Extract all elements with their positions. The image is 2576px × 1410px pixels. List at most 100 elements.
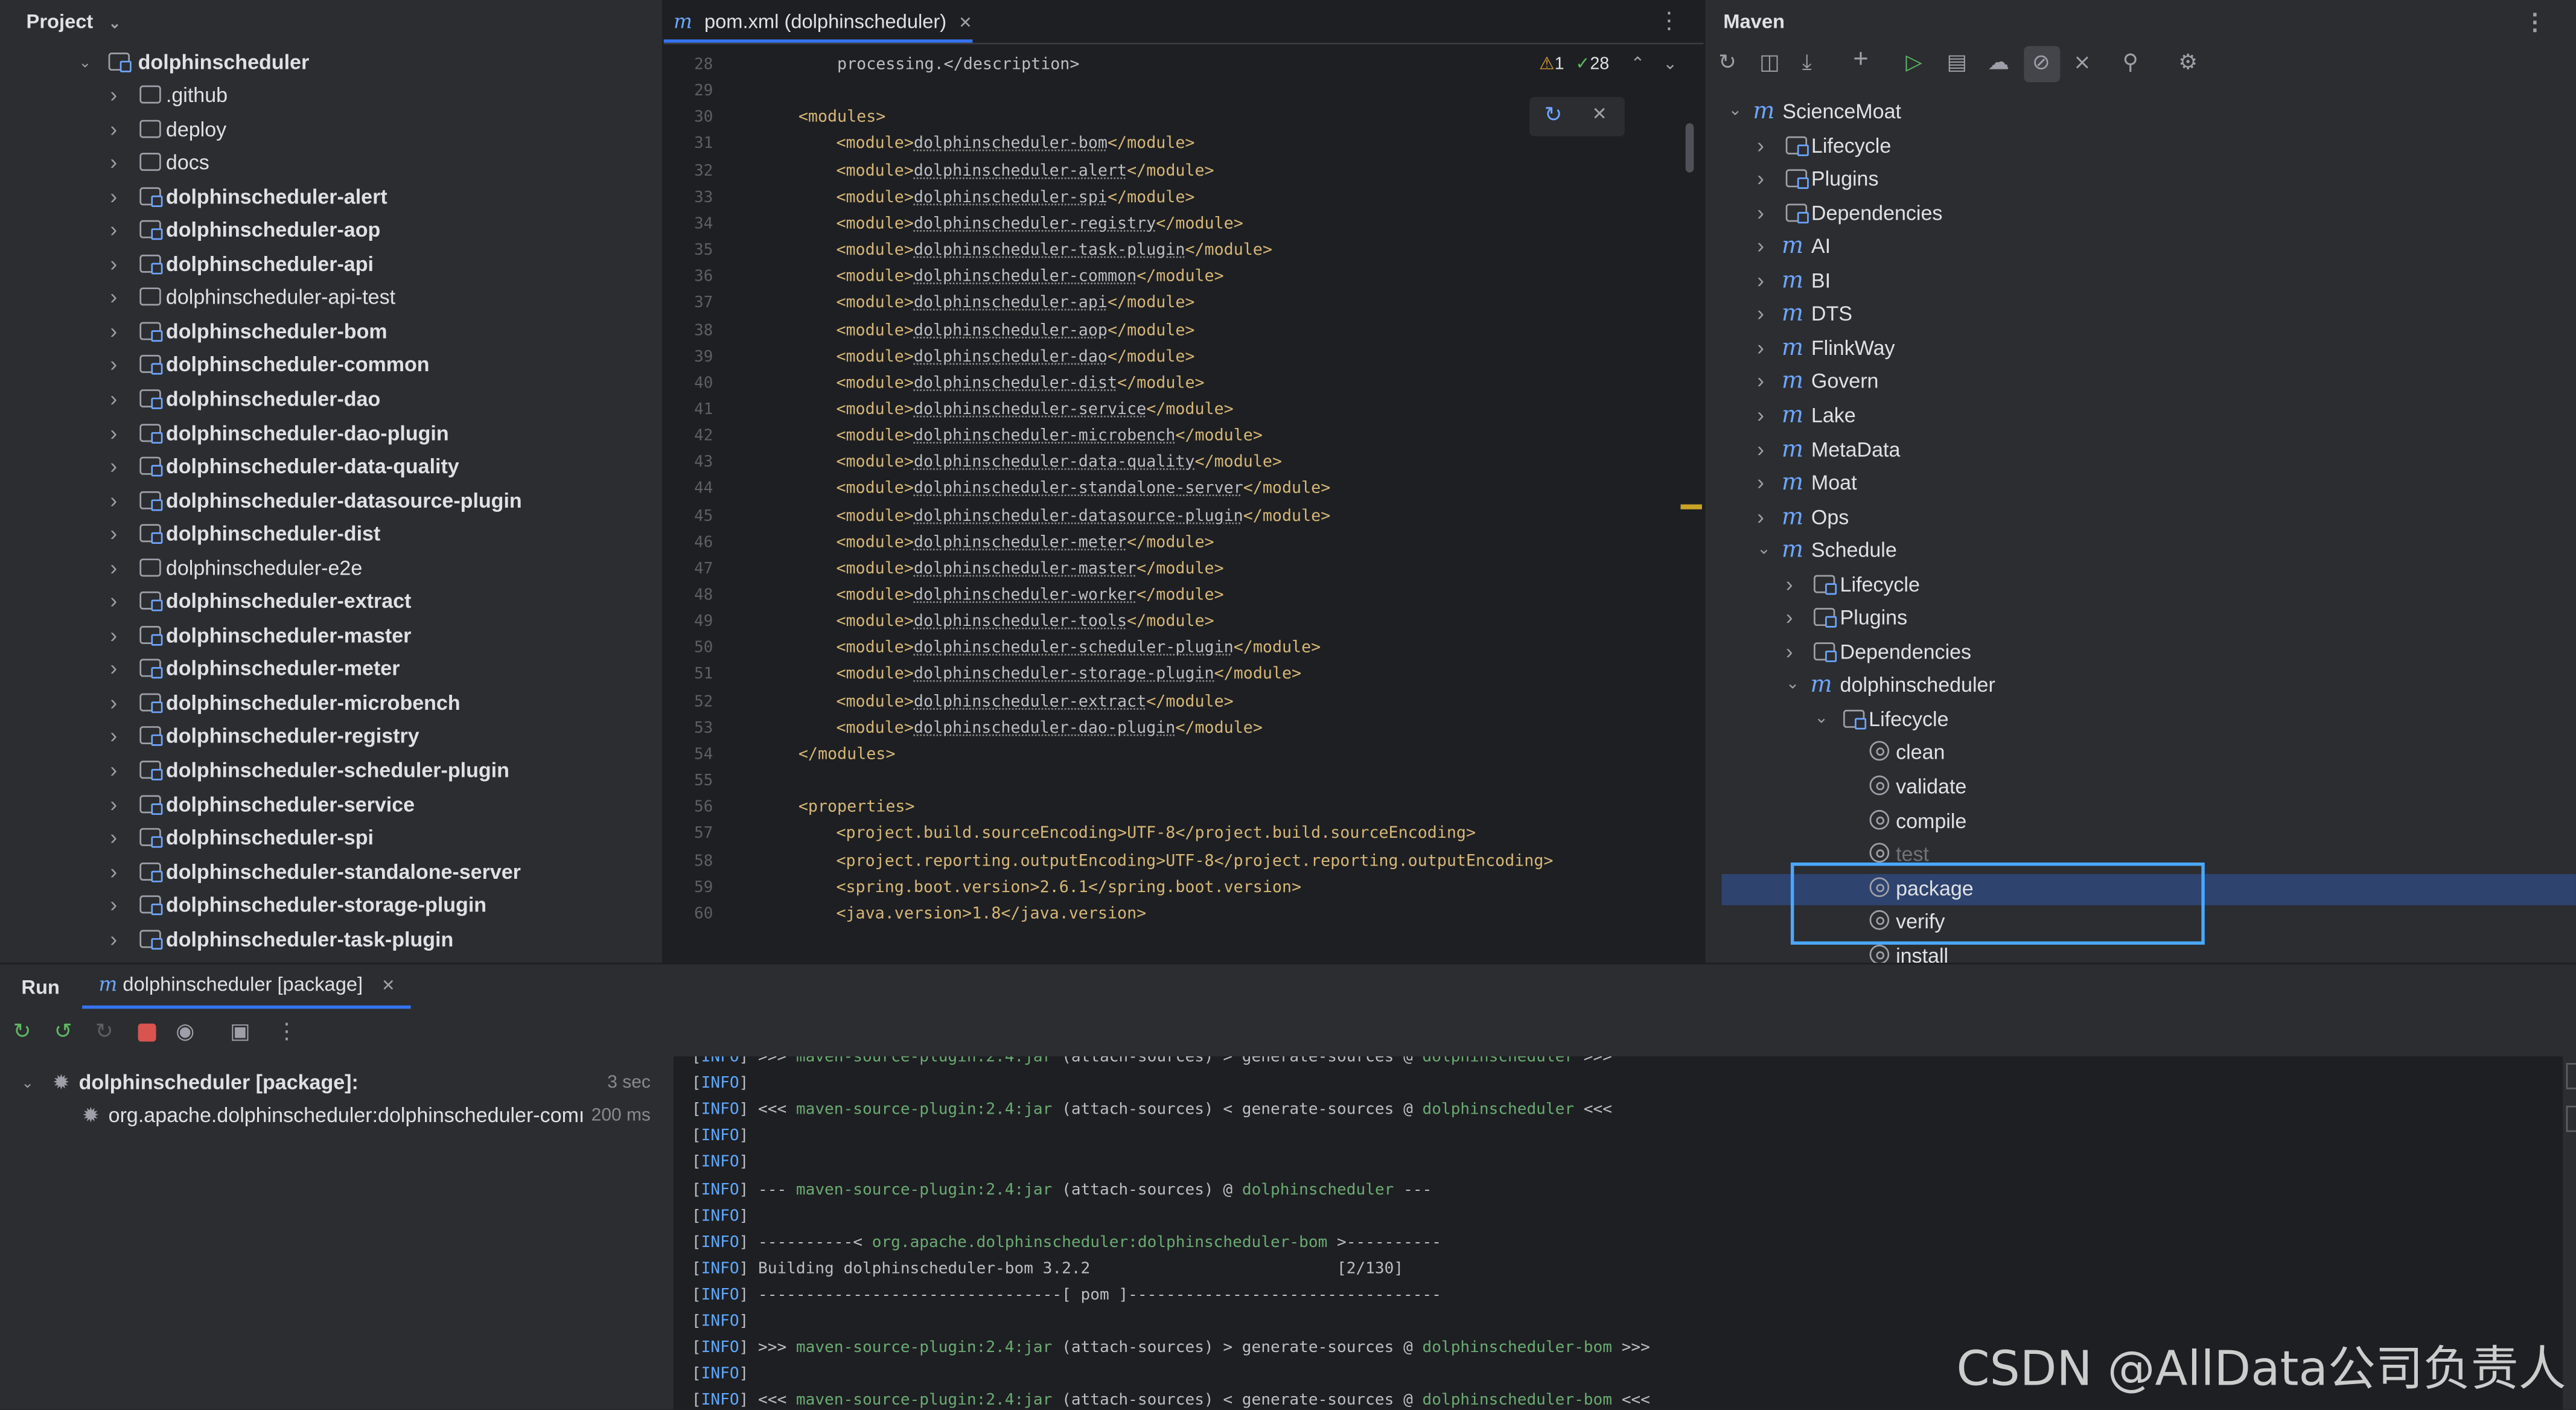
code-line[interactable]: <module>dolphinscheduler-common</module>	[836, 268, 1223, 286]
chevron-right-icon[interactable]: ›	[1757, 467, 1764, 499]
reimport-folder-icon[interactable]: ◫	[1759, 49, 1779, 76]
tab-pom-xml[interactable]: m pom.xml (dolphinscheduler) ✕	[663, 0, 973, 43]
code-line[interactable]: <module>dolphinscheduler-bom</module>	[836, 135, 1194, 153]
chevron-right-icon[interactable]: ›	[110, 552, 126, 584]
chevron-right-icon[interactable]: ›	[1757, 399, 1764, 432]
code-line[interactable]: <module>dolphinscheduler-extract</module…	[836, 693, 1233, 711]
chevron-right-icon[interactable]: ›	[110, 855, 126, 888]
project-title[interactable]: Project	[27, 10, 94, 33]
run-tree-child[interactable]: ✹ org.apache.dolphinscheduler:dolphinsch…	[0, 1099, 671, 1132]
code-line[interactable]: <module>dolphinscheduler-registry</modul…	[836, 215, 1243, 233]
chevron-right-icon[interactable]: ›	[110, 416, 126, 449]
module-name[interactable]: dolphinscheduler-dist	[914, 374, 1117, 392]
module-name[interactable]: dolphinscheduler-task-plugin	[914, 241, 1185, 260]
chevron-down-icon[interactable]: ⌄	[1814, 703, 1828, 736]
execute-goal-icon[interactable]: ▤	[1946, 49, 1966, 76]
project-tree-item[interactable]: › dolphinscheduler-service	[0, 788, 662, 820]
maven-tree-item[interactable]: › m FlinkWay	[1705, 331, 2576, 364]
chevron-right-icon[interactable]: ›	[110, 923, 126, 955]
maven-tree-item[interactable]: › Dependencies	[1705, 197, 2576, 229]
maven-tree-item[interactable]: › m DTS	[1705, 298, 2576, 330]
code-line[interactable]: <module>dolphinscheduler-microbench</mod…	[836, 427, 1262, 445]
more-options-icon[interactable]: ⋮	[1657, 7, 1680, 34]
chevron-right-icon[interactable]: ›	[1757, 197, 1764, 229]
maven-tree-item[interactable]: › Plugins	[1705, 163, 2576, 196]
eye-icon[interactable]: ◉	[176, 1019, 194, 1045]
maven-tree-item[interactable]: › m MetaData	[1705, 433, 2576, 465]
chevron-right-icon[interactable]: ›	[110, 113, 126, 145]
chevron-right-icon[interactable]: ›	[110, 281, 126, 314]
maven-tree-item[interactable]: › m BI	[1705, 264, 2576, 297]
chevron-right-icon[interactable]: ›	[1757, 264, 1764, 297]
code-line[interactable]: <project.build.sourceEncoding>UTF-8</pro…	[836, 825, 1476, 843]
code-line[interactable]: <module>dolphinscheduler-master</module>	[836, 560, 1223, 578]
run-config-tab[interactable]: m dolphinscheduler [package] ✕	[98, 972, 395, 995]
chevron-down-icon[interactable]: ⌄	[1663, 54, 1677, 74]
code-line[interactable]: <module>dolphinscheduler-scheduler-plugi…	[836, 640, 1321, 658]
close-icon[interactable]: ✕	[381, 978, 395, 996]
project-tree-item[interactable]: › dolphinscheduler-dao-plugin	[0, 416, 662, 449]
code-line[interactable]: <module>dolphinscheduler-data-quality</m…	[836, 454, 1282, 472]
chevron-right-icon[interactable]: ›	[110, 788, 126, 820]
module-name[interactable]: dolphinscheduler-dao-plugin	[914, 719, 1176, 738]
close-icon[interactable]: ✕	[1592, 103, 1607, 125]
chevron-right-icon[interactable]: ›	[110, 518, 126, 550]
code-line[interactable]: <properties>	[799, 799, 915, 817]
settings-icon[interactable]: ⚙	[2178, 49, 2198, 76]
project-tree-item[interactable]: › dolphinscheduler-dist	[0, 518, 662, 550]
module-name[interactable]: dolphinscheduler-extract	[914, 693, 1146, 711]
chevron-right-icon[interactable]: ›	[1757, 500, 1764, 533]
restart-icon[interactable]: ↻	[95, 1019, 113, 1045]
module-name[interactable]: dolphinscheduler-alert	[914, 162, 1127, 180]
chevron-down-icon[interactable]: ⌄	[109, 14, 121, 31]
chevron-right-icon[interactable]: ›	[110, 754, 126, 786]
module-name[interactable]: dolphinscheduler-aop	[914, 321, 1108, 339]
module-name[interactable]: dolphinscheduler-scheduler-plugin	[914, 640, 1234, 658]
project-tree-item[interactable]: › dolphinscheduler-task-plugin	[0, 923, 662, 955]
maven-tree-item[interactable]: ⌄ Lifecycle	[1705, 703, 2576, 736]
maven-tree-item[interactable]: › m AI	[1705, 231, 2576, 263]
chevron-right-icon[interactable]: ›	[110, 686, 126, 719]
module-name[interactable]: dolphinscheduler-meter	[914, 534, 1127, 552]
maven-tree-item[interactable]: › m Ops	[1705, 500, 2576, 533]
chevron-right-icon[interactable]: ›	[110, 79, 126, 112]
module-name[interactable]: dolphinscheduler-datasource-plugin	[914, 507, 1243, 525]
chevron-right-icon[interactable]: ›	[1786, 636, 1793, 668]
code-line[interactable]: </modules>	[799, 745, 896, 764]
project-tree-item[interactable]: › .github	[0, 79, 662, 112]
chevron-right-icon[interactable]: ›	[110, 450, 126, 483]
chevron-right-icon[interactable]: ›	[1757, 231, 1764, 263]
maven-tree-item[interactable]: › Lifecycle	[1705, 568, 2576, 601]
code-line[interactable]: <module>dolphinscheduler-storage-plugin<…	[836, 666, 1301, 684]
module-name[interactable]: dolphinscheduler-bom	[914, 135, 1108, 153]
code-line[interactable]: <module>dolphinscheduler-task-plugin</mo…	[836, 241, 1272, 260]
chevron-right-icon[interactable]: ›	[110, 821, 126, 854]
project-tree-item[interactable]: › dolphinscheduler-master	[0, 619, 662, 652]
project-root-row[interactable]: ⌄ dolphinscheduler	[0, 46, 662, 78]
project-tree-item[interactable]: › dolphinscheduler-data-quality	[0, 450, 662, 483]
maven-reload-icon[interactable]: ↻	[1545, 102, 1563, 129]
console-scroll-button[interactable]	[2566, 1105, 2576, 1132]
project-tree-item[interactable]: › dolphinscheduler-e2e	[0, 552, 662, 584]
maven-tree-item[interactable]: › m Govern	[1705, 365, 2576, 398]
project-tree-item[interactable]: › dolphinscheduler-registry	[0, 720, 662, 753]
chevron-right-icon[interactable]: ›	[110, 619, 126, 652]
chevron-right-icon[interactable]: ›	[110, 349, 126, 381]
module-name[interactable]: dolphinscheduler-service	[914, 401, 1146, 419]
stop-icon[interactable]	[138, 1023, 156, 1042]
module-name[interactable]: dolphinscheduler-dao	[914, 348, 1108, 366]
module-name[interactable]: dolphinscheduler-registry	[914, 215, 1156, 233]
chevron-right-icon[interactable]: ›	[110, 247, 126, 280]
project-tree-item[interactable]: › dolphinscheduler-bom	[0, 315, 662, 348]
project-tree-item[interactable]: › dolphinscheduler-microbench	[0, 686, 662, 719]
chevron-right-icon[interactable]: ›	[1757, 433, 1764, 465]
chevron-right-icon[interactable]: ›	[110, 889, 126, 922]
maven-tree-item[interactable]: validate	[1705, 771, 2576, 803]
code-line[interactable]: <module>dolphinscheduler-aop</module>	[836, 321, 1194, 339]
chevron-down-icon[interactable]: ⌄	[1757, 534, 1771, 567]
code-line[interactable]: <module>dolphinscheduler-dao-plugin</mod…	[836, 719, 1262, 738]
project-tree-item[interactable]: › dolphinscheduler-spi	[0, 821, 662, 854]
chevron-right-icon[interactable]: ›	[110, 315, 126, 348]
code-line[interactable]: <module>dolphinscheduler-dist</module>	[836, 374, 1204, 392]
project-panel-header[interactable]: Project ⌄	[0, 0, 662, 43]
